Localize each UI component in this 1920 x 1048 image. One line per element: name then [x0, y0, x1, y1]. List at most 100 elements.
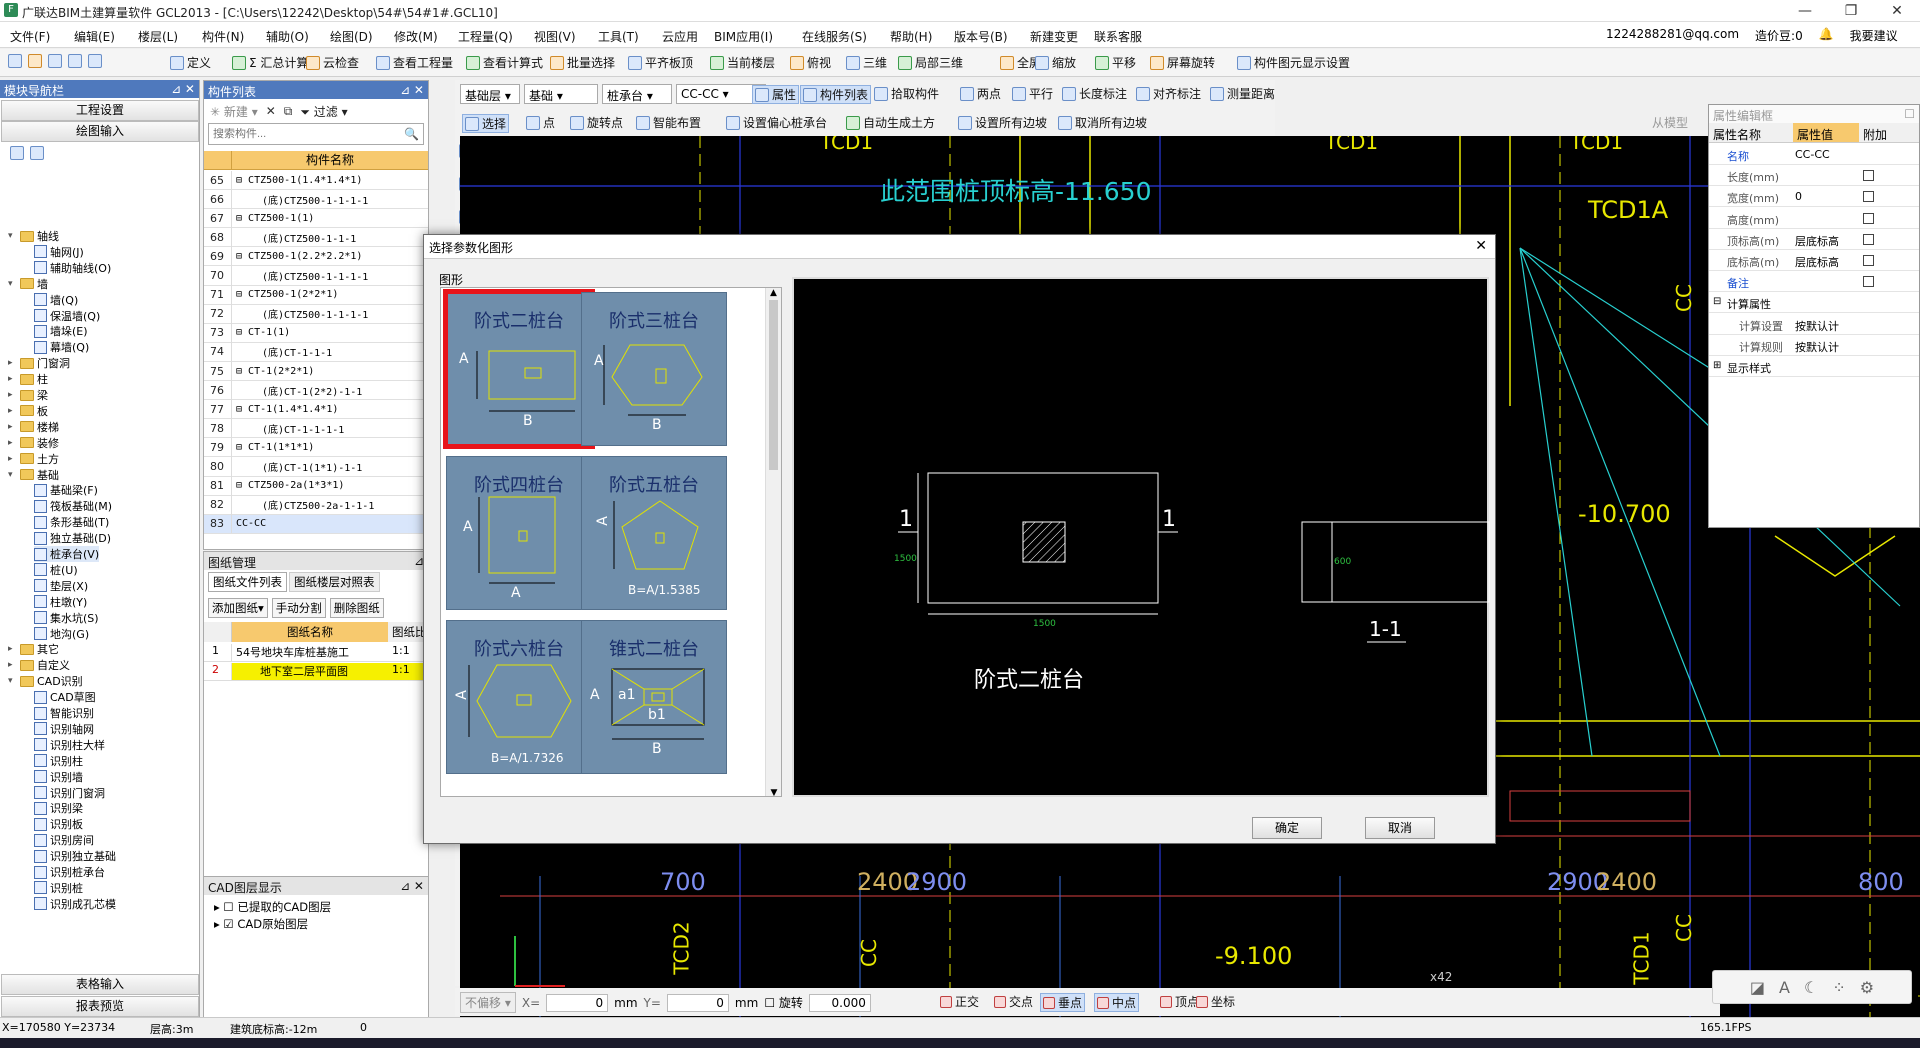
toolbar-button[interactable]: 查看工程量	[376, 54, 453, 71]
draw-toolbar-button[interactable]: 长度标注	[1062, 85, 1127, 102]
tree-item[interactable]: 桩(U)	[34, 562, 78, 578]
menu-item[interactable]: 版本号(B)	[954, 28, 1008, 45]
filter-button[interactable]: ⏷ 过滤 ▾	[300, 103, 347, 120]
new-component-button[interactable]: ✳ 新建 ▾	[210, 103, 258, 120]
menu-item[interactable]: 联系客服	[1094, 28, 1142, 45]
shape-option[interactable]: 阶式五桩台 A B=A/1.5385	[581, 456, 727, 610]
tree-item[interactable]: 智能识别	[34, 705, 94, 721]
edit-toolbar-button[interactable]: 点	[526, 114, 555, 131]
tab-drawing-files[interactable]: 图纸文件列表	[208, 572, 287, 592]
ok-button[interactable]: 确定	[1252, 817, 1322, 839]
tree-item[interactable]: 柱墩(Y)	[34, 594, 87, 610]
drawing-row[interactable]: 2 地下室二层平面图 1:1	[204, 663, 428, 681]
menu-item[interactable]: 工程量(Q)	[458, 28, 513, 45]
component-row[interactable]: 67 ⊟ CTZ500-1(1)	[204, 208, 428, 229]
draw-toolbar-button[interactable]: 平行	[1012, 85, 1053, 102]
expand-icon[interactable]: ⊞	[1713, 360, 1721, 371]
draw-toolbar-button[interactable]: 对齐标注	[1136, 85, 1201, 102]
expand-icon[interactable]: ▸	[8, 422, 17, 432]
tree-folder[interactable]: ▸ 板	[8, 403, 48, 419]
component-row[interactable]: 83 CC-CC	[204, 514, 428, 534]
edit-toolbar-button[interactable]: 旋转点	[570, 114, 623, 131]
category-select[interactable]: 基础 ▾	[524, 84, 598, 104]
menu-item[interactable]: 构件(N)	[202, 28, 244, 45]
tree-item[interactable]: 墙垛(E)	[34, 323, 88, 339]
scroll-thumb[interactable]	[769, 300, 778, 470]
expand-all-icon[interactable]	[10, 146, 24, 160]
menu-item[interactable]: 编辑(E)	[74, 28, 115, 45]
toolbar-button[interactable]: 当前楼层	[710, 54, 775, 71]
row-collapse-icon[interactable]: ⊟	[236, 366, 248, 377]
menu-item[interactable]: 绘图(D)	[330, 28, 373, 45]
draw-toolbar-button[interactable]: 两点	[960, 85, 1001, 102]
collapse-icon[interactable]: ▾	[8, 231, 17, 241]
tab-floor-mapping[interactable]: 图纸楼层对照表	[289, 572, 380, 592]
shape-option[interactable]: 阶式二桩台 A B	[443, 289, 595, 449]
snap-toggle[interactable]: 坐标	[1196, 993, 1235, 1010]
feedback-link[interactable]: 我要建议	[1850, 27, 1898, 44]
component-search-input[interactable]	[213, 128, 393, 140]
component-row[interactable]: 72 (底)CTZ500-1-1-1-1	[204, 304, 428, 324]
tree-item[interactable]: 集水坑(S)	[34, 610, 99, 626]
minimize-icon[interactable]: —	[1782, 0, 1828, 22]
extracted-layers-item[interactable]: ▸ ☐ 已提取的CAD图层	[214, 899, 418, 916]
property-row[interactable]: 备注	[1709, 272, 1919, 293]
property-value[interactable]: 按默认计	[1795, 339, 1839, 355]
expand-icon[interactable]: ▸	[8, 660, 17, 670]
row-collapse-icon[interactable]: ⊟	[236, 480, 248, 491]
expand-icon[interactable]: ▸	[8, 644, 17, 654]
row-collapse-icon[interactable]: ⊟	[236, 442, 248, 453]
drawing-row[interactable]: 1 54号地块车库桩基施工 1:1	[204, 644, 428, 662]
row-collapse-icon[interactable]: ⊟	[236, 251, 248, 262]
menu-item[interactable]: 文件(F)	[10, 28, 50, 45]
angle-input[interactable]: 0.000	[808, 993, 871, 1012]
gallery-scrollbar[interactable]: ▲ ▼	[765, 288, 781, 796]
expand-icon[interactable]: ▸	[8, 390, 17, 400]
tree-item[interactable]: 识别墙	[34, 769, 83, 785]
original-layers-item[interactable]: ▸ ☑ CAD原始图层	[214, 916, 418, 933]
property-value[interactable]: CC-CC	[1795, 148, 1830, 161]
tree-folder[interactable]: ▸ 其它	[8, 641, 59, 657]
collapse-icon[interactable]: ▾	[8, 676, 17, 686]
component-row[interactable]: 74 (底)CT-1-1-1	[204, 342, 428, 362]
tree-folder[interactable]: ▾ 基础	[8, 467, 59, 483]
component-row[interactable]: 69 ⊟ CTZ500-1(2.2*2.2*1)	[204, 246, 428, 267]
property-row[interactable]: 长度(mm)	[1709, 166, 1919, 187]
shape-option[interactable]: 阶式六桩台 A B=A/1.7326	[446, 620, 592, 774]
extra-checkbox[interactable]	[1863, 255, 1874, 266]
draw-toolbar-button[interactable]: 测量距离	[1210, 85, 1275, 102]
scroll-up-icon[interactable]: ▲	[766, 288, 781, 298]
collapse-icon[interactable]: ▾	[8, 279, 17, 289]
gear-icon[interactable]: ⚙	[1860, 978, 1874, 997]
tree-folder[interactable]: ▸ 门窗洞	[8, 355, 70, 371]
snap-toggle[interactable]: 交点	[994, 993, 1033, 1010]
edit-toolbar-button[interactable]: 设置偏心桩承台	[726, 114, 827, 131]
property-row[interactable]: 计算规则 按默认计	[1709, 336, 1919, 356]
row-collapse-icon[interactable]: ⊟	[236, 213, 248, 224]
copy-icon[interactable]: ⧉	[284, 104, 293, 119]
extra-checkbox[interactable]	[1863, 170, 1874, 182]
close-icon[interactable]: ☐	[1904, 107, 1915, 121]
tree-item[interactable]: 识别门窗洞	[34, 785, 105, 801]
tree-folder[interactable]: ▾ CAD识别	[8, 673, 83, 689]
table-input-button[interactable]: 表格输入	[1, 974, 199, 995]
tree-item[interactable]: 独立基础(D)	[34, 530, 111, 546]
search-icon[interactable]: 🔍	[404, 127, 419, 141]
component-row[interactable]: 73 ⊟ CT-1(1)	[204, 323, 428, 343]
menu-item[interactable]: 在线服务(S)	[802, 28, 867, 45]
tree-folder[interactable]: ▸ 自定义	[8, 657, 70, 673]
draw-toolbar-button[interactable]: 属性	[752, 85, 800, 104]
tree-item[interactable]: CAD草图	[34, 689, 96, 705]
delete-icon[interactable]: ✕	[266, 104, 276, 118]
toolbar-button[interactable]: 批量选择	[550, 54, 615, 71]
manual-split-button[interactable]: 手动分割	[271, 598, 326, 618]
dialog-close-icon[interactable]: ✕	[1475, 238, 1487, 254]
expand-icon[interactable]: ▸	[8, 406, 17, 416]
tree-item[interactable]: 识别成孔芯模	[34, 896, 116, 912]
new-file-icon[interactable]	[8, 54, 22, 68]
tree-item[interactable]: 筏板基础(M)	[34, 498, 112, 514]
tree-item[interactable]: 墙(Q)	[34, 292, 78, 308]
tree-item[interactable]: 桩承台(V)	[34, 546, 100, 562]
component-row[interactable]: 66 (底)CTZ500-1-1-1-1	[204, 189, 428, 210]
snap-toggle[interactable]: 中点	[1094, 993, 1140, 1012]
